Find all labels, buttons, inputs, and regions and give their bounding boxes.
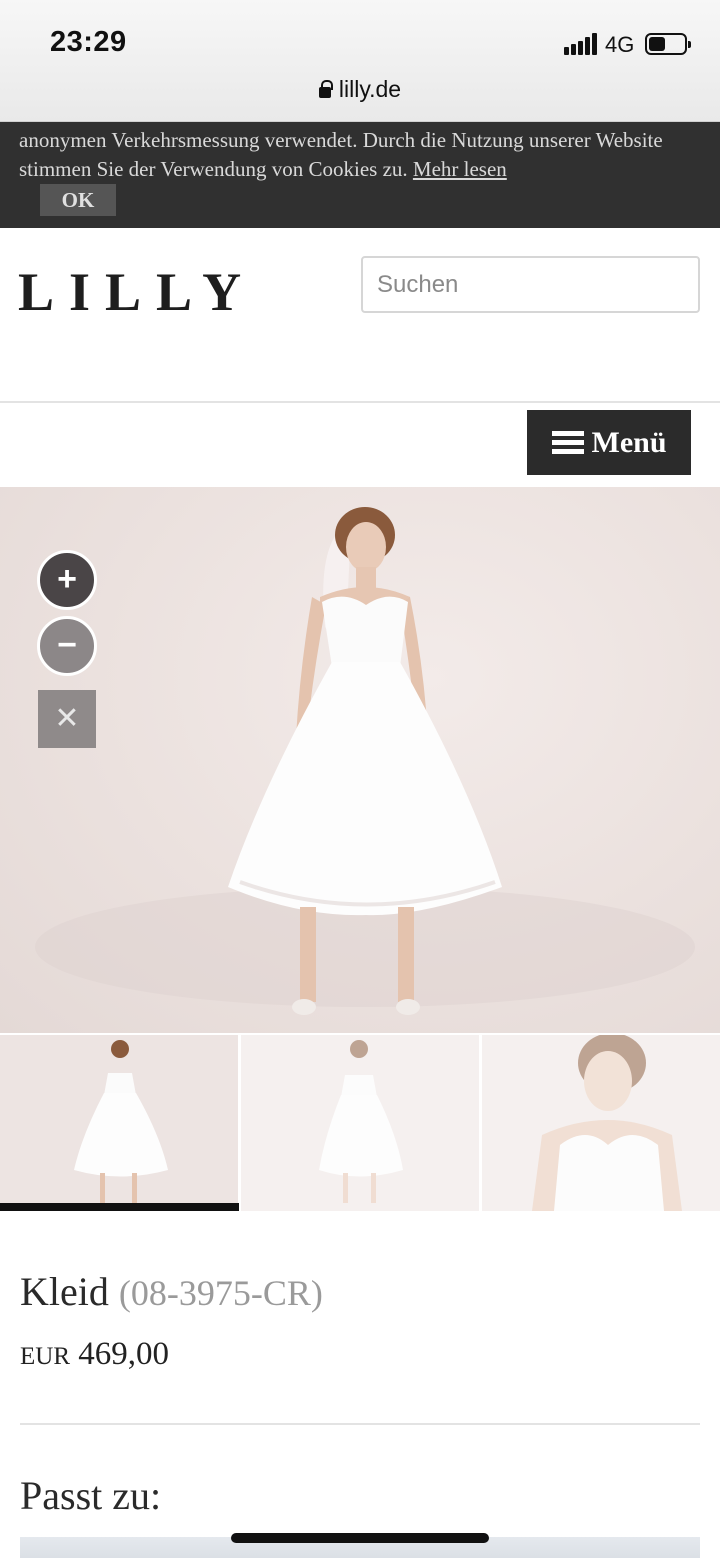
menu-button[interactable]: Menü [527, 410, 691, 475]
product-image[interactable]: + − ✕ [0, 487, 720, 1033]
site-logo[interactable]: LILLY [18, 262, 256, 322]
price-currency: EUR [20, 1343, 70, 1370]
thumbnail-back[interactable] [241, 1035, 479, 1211]
battery-icon [645, 33, 691, 55]
thumbnail-active-indicator [0, 1203, 239, 1211]
section-divider [20, 1423, 700, 1425]
header-divider [0, 401, 720, 403]
home-indicator[interactable] [231, 1533, 489, 1543]
status-time: 23:29 [50, 26, 127, 58]
thumbnail-detail-image [532, 1035, 682, 1211]
zoom-out-button[interactable]: − [37, 616, 97, 676]
thumbnail-back-image [319, 1040, 403, 1203]
address-bar[interactable]: lilly.de [0, 76, 720, 103]
zoom-in-button[interactable]: + [37, 550, 97, 610]
lock-icon [318, 80, 333, 98]
product-name: Kleid [20, 1269, 109, 1314]
product-title: Kleid (08-3975-CR) [20, 1268, 323, 1315]
thumbnail-detail[interactable] [482, 1035, 720, 1211]
dress-model-image [35, 507, 695, 1015]
price-value: 469,00 [78, 1336, 169, 1372]
thumbnail-front[interactable] [0, 1035, 238, 1211]
cookie-text: anonymen Verkehrsmessung verwendet. Durc… [19, 128, 663, 181]
search-input[interactable] [361, 256, 700, 313]
product-code: (08-3975-CR) [118, 1273, 323, 1313]
cookie-ok-button[interactable]: OK [40, 184, 116, 216]
product-price: EUR 469,00 [20, 1336, 169, 1373]
cookie-more-link[interactable]: Mehr lesen [413, 157, 507, 181]
thumbnail-front-image [74, 1040, 168, 1203]
cookie-banner: anonymen Verkehrsmessung verwendet. Durc… [0, 122, 720, 228]
related-heading: Passt zu: [20, 1473, 162, 1518]
url-text: lilly.de [338, 76, 402, 102]
hamburger-icon [551, 430, 584, 455]
thumbnail-strip [0, 1035, 720, 1211]
network-type: 4G [605, 32, 635, 57]
signal-icon [564, 33, 598, 55]
menu-label: Menü [591, 425, 667, 459]
close-button[interactable]: ✕ [38, 690, 96, 748]
browser-chrome: 23:29 4G lilly.de [0, 0, 720, 122]
